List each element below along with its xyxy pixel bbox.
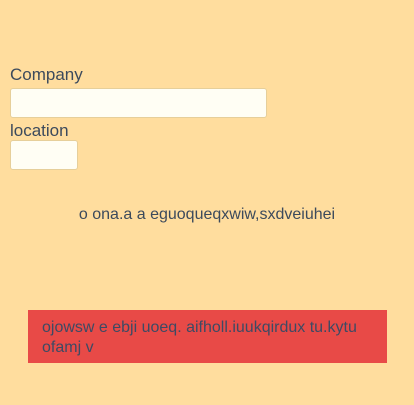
location-label: location: [10, 121, 69, 140]
company-label: Company: [10, 65, 83, 84]
info-message: o ona.a a eguoqueqxwiw,sxdveiuhei: [78, 206, 336, 223]
location-input[interactable]: [10, 140, 78, 170]
company-input[interactable]: [10, 88, 267, 118]
alert-banner: ojowsw e ebji uoeq. aifholl.iuukqirdux t…: [28, 310, 387, 363]
